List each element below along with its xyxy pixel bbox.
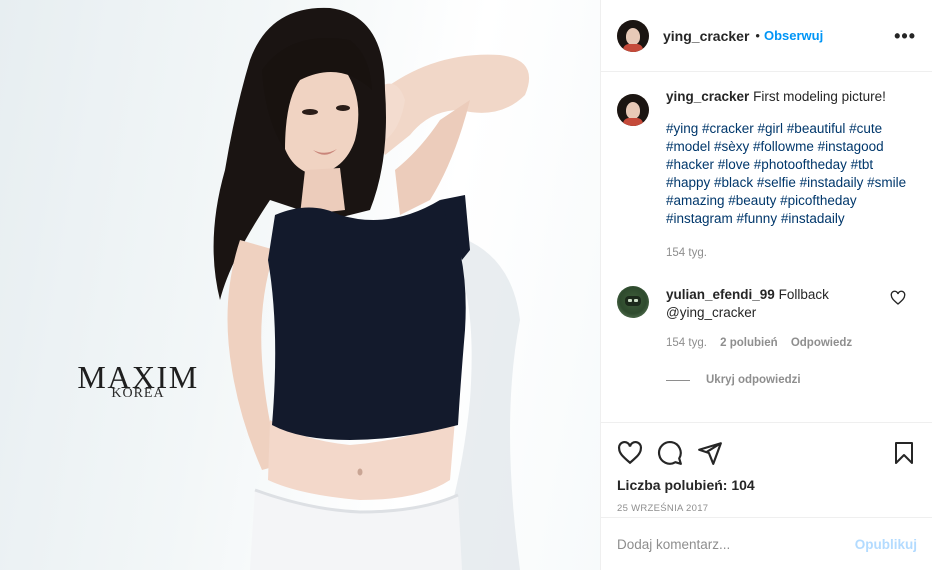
caption-time: 154 tyg.	[666, 247, 707, 259]
save-bookmark-icon[interactable]	[892, 440, 916, 466]
likes-count[interactable]: Liczba polubień: 104	[617, 477, 916, 493]
post-side-panel: ying_cracker • Obserwuj ••• ying_cracker…	[600, 0, 932, 570]
post-image[interactable]: MAXIM KOREA	[0, 0, 600, 570]
post-actions: Liczba polubień: 104 25 WRZEŚNIA 2017	[601, 422, 932, 517]
caption-hashtags[interactable]: #ying #cracker #girl #beautiful #cute #m…	[666, 120, 911, 228]
model-photo-illustration	[213, 7, 530, 570]
more-options-icon[interactable]: •••	[894, 27, 916, 45]
maxim-korea-logo: MAXIM KOREA	[68, 361, 208, 401]
comment-mention[interactable]: @ying_cracker	[666, 304, 852, 322]
comment-bubble-icon[interactable]	[657, 440, 683, 466]
author-avatar[interactable]	[617, 19, 649, 52]
post-date: 25 WRZEŚNIA 2017	[617, 503, 709, 514]
caption-username[interactable]: ying_cracker	[666, 89, 749, 104]
reply-button[interactable]: Odpowiedz	[791, 337, 852, 349]
caption-avatar[interactable]	[617, 94, 649, 126]
follow-button[interactable]: Obserwuj	[764, 28, 823, 43]
caption: ying_cracker First modeling picture! #yi…	[617, 88, 916, 262]
like-heart-icon[interactable]	[617, 440, 643, 466]
add-comment-bar: Opublikuj	[601, 517, 932, 570]
comment-likes[interactable]: 2 polubień	[720, 337, 778, 349]
comment-text: Follback	[778, 287, 829, 302]
separator-dot: •	[755, 28, 760, 43]
comments-section: ying_cracker First modeling picture! #yi…	[601, 72, 932, 422]
author-username[interactable]: ying_cracker	[663, 28, 749, 44]
share-paper-plane-icon[interactable]	[697, 440, 723, 466]
commenter-username[interactable]: yulian_efendi_99	[666, 287, 775, 302]
comment-time: 154 tyg.	[666, 337, 707, 349]
caption-text: First modeling picture!	[753, 89, 886, 104]
like-comment-heart-icon[interactable]	[890, 290, 906, 306]
post-header: ying_cracker • Obserwuj •••	[601, 0, 932, 72]
hide-replies-label: Ukryj odpowiedzi	[706, 374, 801, 386]
post-comment-button[interactable]: Opublikuj	[855, 537, 917, 552]
comment-input[interactable]	[617, 536, 855, 552]
comment-item: yulian_efendi_99 Follback @ying_cracker …	[617, 286, 916, 352]
commenter-avatar[interactable]	[617, 286, 649, 318]
hide-replies-button[interactable]: Ukryj odpowiedzi	[666, 374, 916, 386]
hide-replies-line	[666, 379, 690, 381]
